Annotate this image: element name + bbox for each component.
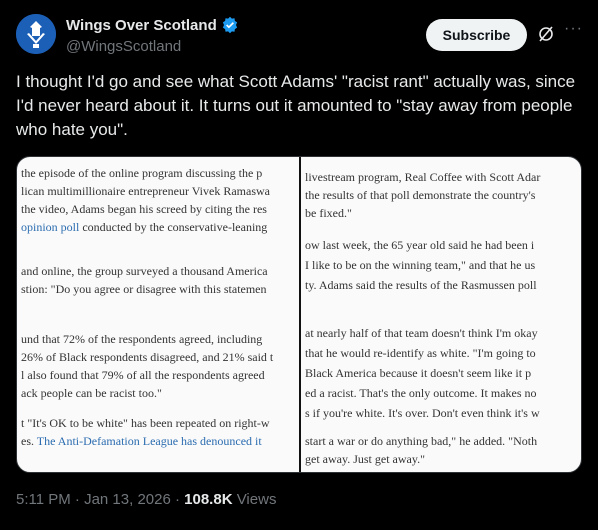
subscribe-button[interactable]: Subscribe (426, 19, 527, 51)
excerpt-line: ow last week, the 65 year old said he ha… (305, 238, 535, 252)
verified-badge-icon (222, 16, 237, 34)
more-icon[interactable]: ··· (564, 20, 583, 38)
excerpt-line: es. The Anti-Defamation League has denou… (21, 434, 262, 448)
excerpt-line: ty. Adams said the results of the Rasmus… (305, 278, 537, 292)
excerpt-line: 26% of Black respondents disagreed, and … (21, 350, 274, 364)
excerpt-line: lican multimillionaire entrepreneur Vive… (21, 184, 270, 198)
excerpt-line: start a war or do anything bad," he adde… (305, 434, 538, 448)
excerpt-line: ed a racist. That's the only outcome. It… (305, 386, 537, 400)
excerpt-line: at nearly half of that team doesn't thin… (305, 326, 538, 340)
article-excerpt-right: livestream program, Real Coffee with Sco… (301, 157, 581, 472)
grok-icon[interactable] (536, 24, 556, 44)
excerpt-line: the episode of the online program discus… (21, 166, 263, 180)
excerpt-line: opinion poll conducted by the conservati… (21, 220, 268, 234)
excerpt-line: stion: "Do you agree or disagree with th… (21, 282, 267, 296)
excerpt-line: the video, Adams began his screed by cit… (21, 202, 267, 216)
excerpt-line: t "It's OK to be white" has been repeate… (21, 416, 270, 430)
excerpt-line: the results of that poll demonstrate the… (305, 188, 536, 202)
tweet-meta: 5:11 PM · Jan 13, 2026 · 108.8K Views (16, 491, 276, 508)
views-label: Views (232, 491, 277, 508)
excerpt-line: Black America because it doesn't seem li… (305, 366, 532, 380)
avatar-logo (16, 14, 56, 54)
avatar[interactable] (16, 14, 56, 54)
excerpt-line: that he would re-identify as white. "I'm… (305, 346, 536, 360)
tweet-image[interactable]: the episode of the online program discus… (16, 156, 582, 473)
excerpt-line: and online, the group surveyed a thousan… (21, 264, 268, 278)
opinion-poll-link[interactable]: opinion poll (21, 220, 79, 234)
tweet-header: Wings Over Scotland @WingsScotland Subsc… (16, 10, 582, 62)
views-count: 108.8K (184, 491, 233, 508)
excerpt-line: I like to be on the winning team," and t… (305, 258, 536, 272)
excerpt-line: und that 72% of the respondents agreed, … (21, 332, 263, 346)
excerpt-line: be fixed." (305, 206, 352, 220)
article-excerpt-left: the episode of the online program discus… (17, 157, 299, 472)
excerpt-line: s if you're white. It's over. Don't even… (305, 406, 540, 420)
adl-link[interactable]: The Anti-Defamation League has denounced… (37, 434, 262, 448)
user-handle[interactable]: @WingsScotland (66, 38, 181, 55)
excerpt-line: ack people can be racist too." (21, 386, 162, 400)
excerpt-line: get away. Just get away." (305, 452, 425, 466)
timestamp[interactable]: 5:11 PM · Jan 13, 2026 · (16, 491, 184, 508)
tweet-text: I thought I'd go and see what Scott Adam… (16, 72, 576, 139)
excerpt-line: l also found that 79% of all the respond… (21, 368, 265, 382)
excerpt-line: livestream program, Real Coffee with Sco… (305, 170, 541, 184)
display-name[interactable]: Wings Over Scotland (66, 17, 217, 34)
